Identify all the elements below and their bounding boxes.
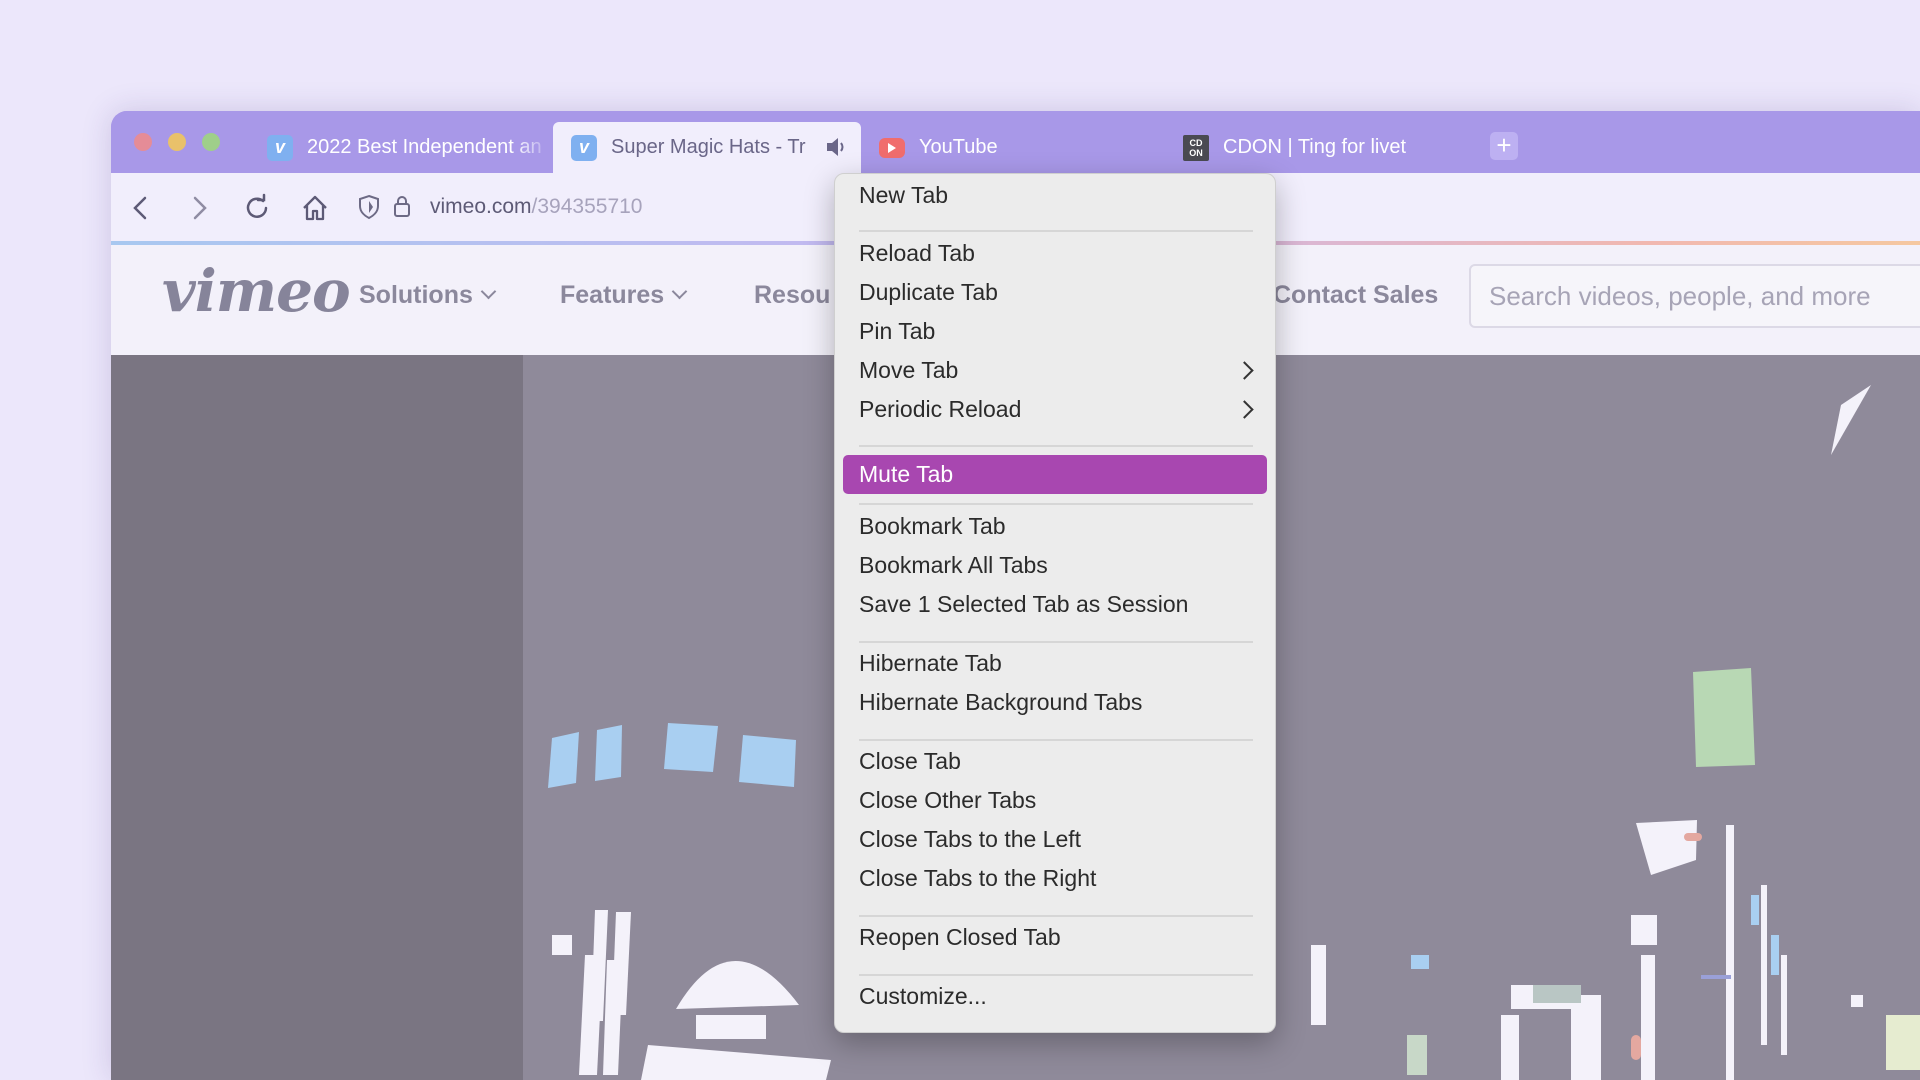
chevron-down-icon xyxy=(671,283,688,300)
chevron-right-icon xyxy=(1235,361,1254,380)
tab-title: CDON | Ting for livet xyxy=(1223,136,1407,158)
menu-item-hibernate-tab[interactable]: Hibernate Tab xyxy=(843,644,1267,683)
lock-icon xyxy=(394,196,410,217)
url-path: /394355710 xyxy=(531,195,643,218)
tab-title: YouTube xyxy=(919,136,998,158)
address-bar[interactable]: vimeo.com/394355710 xyxy=(430,195,642,219)
menu-separator xyxy=(859,445,1253,447)
menu-separator xyxy=(859,915,1253,917)
youtube-icon xyxy=(879,137,905,158)
close-window-button[interactable] xyxy=(134,133,152,151)
chevron-down-icon xyxy=(480,283,497,300)
menu-item-bookmark-tab[interactable]: Bookmark Tab xyxy=(843,507,1267,546)
menu-item-close-tab[interactable]: Close Tab xyxy=(843,742,1267,781)
menu-item-reload-tab[interactable]: Reload Tab xyxy=(843,234,1267,273)
shield-icon[interactable] xyxy=(358,194,380,220)
new-tab-button[interactable]: + xyxy=(1490,132,1518,160)
nav-solutions[interactable]: Solutions xyxy=(359,281,497,310)
tab-youtube[interactable]: YouTube xyxy=(861,122,1165,173)
menu-separator xyxy=(859,641,1253,643)
menu-separator xyxy=(859,974,1253,976)
menu-separator xyxy=(859,503,1253,505)
vimeo-icon: v xyxy=(267,134,293,161)
cdon-icon: CD ON xyxy=(1183,134,1209,161)
speaker-icon[interactable] xyxy=(825,135,847,159)
zoom-window-button[interactable] xyxy=(202,133,220,151)
chevron-right-icon xyxy=(1235,400,1254,419)
menu-item-reopen-closed-tab[interactable]: Reopen Closed Tab xyxy=(843,918,1267,957)
menu-item-save-session[interactable]: Save 1 Selected Tab as Session xyxy=(843,585,1267,624)
menu-item-new-tab[interactable]: New Tab xyxy=(843,176,1267,215)
menu-item-duplicate-tab[interactable]: Duplicate Tab xyxy=(843,273,1267,312)
menu-item-mute-tab[interactable]: Mute Tab xyxy=(843,455,1267,494)
nav-resources[interactable]: Resou xyxy=(754,281,834,310)
reload-icon[interactable] xyxy=(242,193,272,223)
menu-item-periodic-reload[interactable]: Periodic Reload xyxy=(843,390,1267,429)
menu-item-close-other-tabs[interactable]: Close Other Tabs xyxy=(843,781,1267,820)
tab-2022-best-independent[interactable]: v 2022 Best Independent an xyxy=(249,122,553,173)
menu-item-hibernate-background-tabs[interactable]: Hibernate Background Tabs xyxy=(843,683,1267,722)
back-icon[interactable] xyxy=(126,193,156,223)
home-icon[interactable] xyxy=(300,193,330,223)
blue-blocks xyxy=(548,723,796,788)
menu-item-pin-tab[interactable]: Pin Tab xyxy=(843,312,1267,351)
menu-item-bookmark-all-tabs[interactable]: Bookmark All Tabs xyxy=(843,546,1267,585)
menu-item-move-tab[interactable]: Move Tab xyxy=(843,351,1267,390)
tab-context-menu: New Tab Reload Tab Duplicate Tab Pin Tab… xyxy=(834,173,1276,1033)
tab-cdon[interactable]: CD ON CDON | Ting for livet xyxy=(1165,122,1469,173)
search-input[interactable]: Search videos, people, and more xyxy=(1469,264,1920,328)
menu-item-close-tabs-left[interactable]: Close Tabs to the Left xyxy=(843,820,1267,859)
menu-separator xyxy=(859,739,1253,741)
vimeo-logo[interactable]: vimeo xyxy=(162,257,351,325)
nav-features[interactable]: Features xyxy=(560,281,688,310)
tab-bar: v 2022 Best Independent an v Super Magic… xyxy=(111,111,1920,173)
contact-sales-link[interactable]: Contact Sales xyxy=(1273,281,1438,310)
menu-separator xyxy=(859,230,1253,232)
tab-title: Super Magic Hats - Tr xyxy=(611,136,806,158)
tab-super-magic-hats[interactable]: v Super Magic Hats - Tr xyxy=(553,122,861,173)
menu-item-customize[interactable]: Customize... xyxy=(843,977,1267,1016)
tab-title: 2022 Best Independent an xyxy=(307,136,542,158)
forward-icon[interactable] xyxy=(184,193,214,223)
menu-item-close-tabs-right[interactable]: Close Tabs to the Right xyxy=(843,859,1267,898)
url-domain: vimeo.com xyxy=(430,195,532,218)
vimeo-icon: v xyxy=(571,134,597,161)
minimize-window-button[interactable] xyxy=(168,133,186,151)
